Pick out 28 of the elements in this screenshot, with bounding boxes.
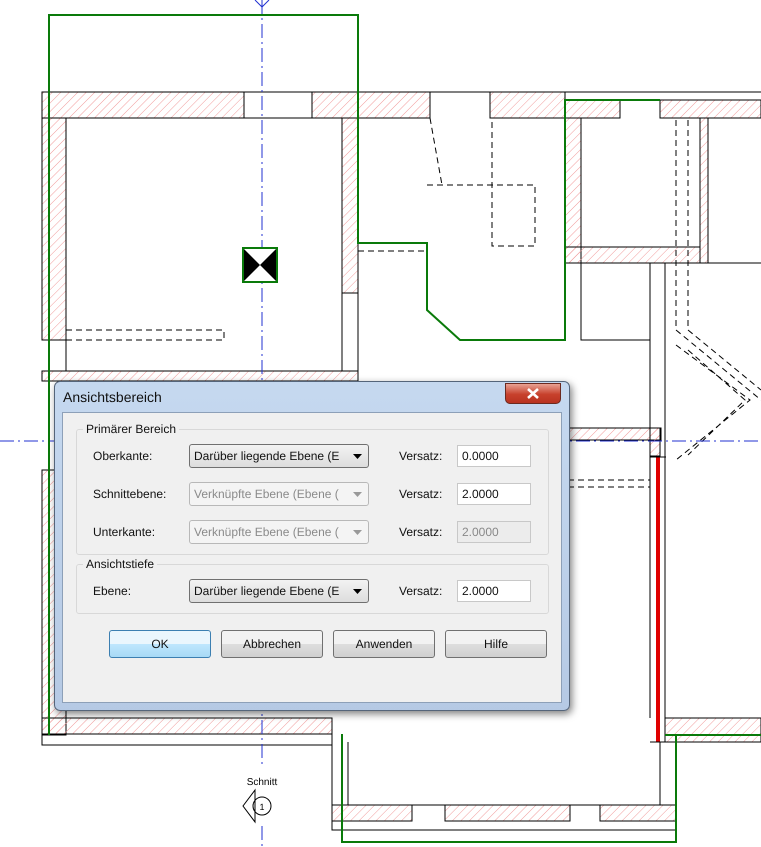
caret-icon (353, 492, 362, 496)
offset-label: Versatz: (399, 487, 444, 501)
window-title: Ansichtsbereich (63, 389, 162, 405)
close-button[interactable] (505, 382, 561, 404)
caret-icon (353, 530, 362, 534)
offset-label: Versatz: (399, 584, 444, 598)
offset-field[interactable]: 0.0000 (457, 445, 531, 467)
offset-field[interactable]: 2.0000 (457, 580, 531, 602)
dialog-button[interactable]: OK (109, 630, 211, 658)
dialog-button[interactable]: Hilfe (445, 630, 547, 658)
close-icon (527, 388, 539, 398)
offset-label: Versatz: (399, 525, 444, 539)
field-label: Schnittebene: (92, 487, 168, 501)
field-label: Oberkante: (92, 449, 154, 463)
offset-field[interactable]: 2.0000 (457, 483, 531, 505)
level-dropdown[interactable]: Darüber liegende Ebene (E (189, 579, 369, 603)
dialog-button[interactable]: Abbrechen (221, 630, 323, 658)
group-title: Primärer Bereich (83, 422, 180, 436)
group-title: Ansichtstiefe (83, 557, 158, 571)
section-label: Schnitt (246, 777, 278, 788)
field-label: Ebene: (92, 584, 132, 598)
caret-icon (353, 588, 362, 594)
caret-icon (353, 454, 362, 458)
dialog-button[interactable]: Anwenden (333, 630, 435, 658)
section-number: 1 (260, 802, 264, 812)
field-label: Unterkante: (92, 525, 156, 539)
level-dropdown[interactable]: Darüber liegende Ebene (E (189, 444, 369, 468)
offset-label: Versatz: (399, 449, 444, 463)
